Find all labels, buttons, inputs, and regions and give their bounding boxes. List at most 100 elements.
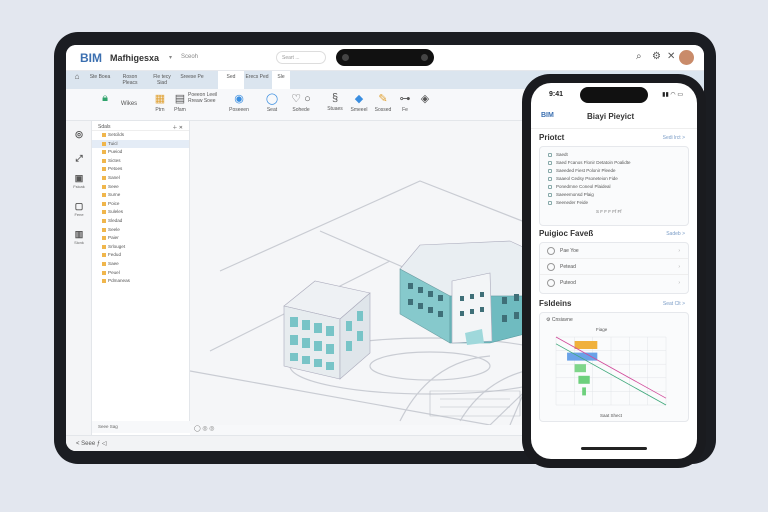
projects-link[interactable]: Sedi lrct > — [663, 135, 685, 141]
fault-row-1[interactable]: Petead › — [540, 259, 688, 275]
ribbon-seat[interactable]: ◯ Seat — [262, 92, 282, 113]
tree-row[interactable]: Setcilds — [92, 131, 189, 140]
tab-0[interactable]: Ste Boea — [88, 71, 112, 89]
left-icon-0[interactable]: ◎ — [70, 129, 88, 140]
tree-row-label: Sictes — [108, 157, 121, 163]
tree-row-label: Tuicl — [108, 140, 118, 146]
fault-row-2[interactable]: Puteod › — [540, 275, 688, 291]
ribbon-seat-label: Seat — [266, 107, 278, 113]
radio-icon — [547, 263, 555, 271]
ribbon-layers[interactable]: ◈ — [416, 92, 434, 107]
folder-icon — [102, 210, 106, 215]
app-name[interactable]: Mafhigesxa — [110, 53, 159, 63]
chart-bar — [574, 364, 586, 373]
app-logo: BIM — [80, 51, 102, 65]
tree-row[interactable]: Paier — [92, 234, 189, 243]
settings-icon[interactable]: ⚙ — [652, 51, 661, 62]
ribbon-poseeen[interactable]: ◉ Poseeen — [224, 92, 254, 113]
tab-3[interactable]: Sreese Pe — [178, 71, 206, 89]
chart-section-link[interactable]: Seat Clt > — [663, 301, 685, 307]
phone-status-icons: ▮▮ ◠ ▭ — [662, 92, 683, 98]
phone-screen: 9:41 ▮▮ ◠ ▭ BIM Biayi Pieyict Priotct Se… — [531, 83, 697, 459]
ribbon-sohede[interactable]: ♡ ○ Sohede — [284, 92, 318, 113]
phone-device: 9:41 ▮▮ ◠ ▭ BIM Biayi Pieyict Priotct Se… — [522, 74, 706, 468]
ribbon-smeeel[interactable]: ◆ Smeeel — [348, 92, 370, 113]
app-menu[interactable]: Sceoh — [181, 54, 198, 60]
tab-6[interactable]: Sle — [272, 71, 290, 89]
project-row[interactable]: Saeeded Fiest Polonir Pleede — [540, 167, 688, 175]
home-indicator[interactable] — [581, 447, 647, 450]
ribbon-text[interactable]: Poeeon Leeil Rreaw Soee — [188, 92, 222, 104]
tree-row[interactable]: Sictes — [92, 157, 189, 166]
project-row-label: Saedt — [556, 152, 568, 157]
ribbon-lock[interactable]: 🔒︎ — [94, 92, 116, 107]
chart-bar — [582, 387, 586, 396]
fault-row-1-label: Petead — [560, 264, 576, 270]
app-menu-caret[interactable]: ▾ — [169, 54, 172, 61]
left-icon-1[interactable]: ⤢ — [70, 153, 88, 164]
left-icon-4[interactable]: ▥ Sicnk — [70, 229, 88, 245]
tree-row-label: Surne — [108, 192, 121, 198]
ribbon-pfam[interactable]: ▤ Pfam — [170, 92, 190, 113]
fault-row-0[interactable]: Pae Yoe › — [540, 243, 688, 259]
ribbon-fe[interactable]: ⊶ Fe — [396, 92, 414, 113]
tab-2[interactable]: Fle tecy Siad — [148, 71, 176, 89]
tree-row[interactable]: Pueiod — [92, 148, 189, 157]
phone-title: Biayi Pieyict — [587, 112, 635, 121]
tree-row[interactable]: Srlouget — [92, 243, 189, 252]
left-icon-3[interactable]: ▢ Fene — [70, 201, 88, 217]
chevron-right-icon: › — [678, 280, 680, 286]
project-row-label: Ponedmne Coneol Plaideal — [556, 184, 611, 189]
tree-row[interactable]: Peuel — [92, 269, 189, 278]
tree-row[interactable]: Pdmaneas — [92, 277, 189, 286]
tree-row-label: Suleles — [108, 209, 124, 215]
tree-row[interactable]: Poice — [92, 200, 189, 209]
tree-footer[interactable]: Seee Sag — [92, 421, 190, 433]
chart-bar-label: Fiage — [596, 327, 608, 332]
left-icon-bar: ◎ ⤢ ▣ Fsicak ▢ Fene ▥ Sicnk — [66, 121, 92, 451]
ribbon-sossed-label: Sossed — [374, 107, 392, 113]
avatar[interactable] — [679, 50, 694, 65]
tab-5[interactable]: Erecs Ped — [244, 71, 270, 89]
ribbon-ptrn[interactable]: ▦ Ptrn — [150, 92, 170, 113]
phone-time: 9:41 — [549, 91, 564, 98]
tab-1[interactable]: Roson Pleacs — [116, 71, 144, 89]
tree-row[interactable]: Fedud — [92, 251, 189, 260]
tree-row[interactable]: Sanel — [92, 174, 189, 183]
palette-icon: ▦ — [154, 93, 166, 105]
chart-bar — [574, 341, 598, 349]
tree-row[interactable]: Petoes — [92, 165, 189, 174]
folder-icon — [102, 141, 106, 146]
model-icon: ▣ — [74, 173, 84, 183]
project-row[interactable]: Saed Fcanos Flonir Detatoin Poalidte — [540, 159, 688, 167]
search-input[interactable]: Seart ... — [276, 51, 326, 64]
project-row[interactable]: Saaeol Cedsy Psoneteion Fide — [540, 175, 688, 183]
search-icon[interactable]: ⌕ — [636, 51, 642, 62]
sheet-icon: ▢ — [74, 201, 84, 211]
tree-row[interactable]: Tuicl — [92, 139, 189, 149]
checkbox-icon — [548, 193, 552, 197]
tree-row[interactable]: Seele — [92, 226, 189, 235]
tab-4[interactable]: Sed — [218, 71, 244, 89]
close-icon[interactable]: ✕ — [667, 51, 675, 62]
tree-row[interactable]: Suleles — [92, 208, 189, 217]
left-icon-2[interactable]: ▣ Fsicak — [70, 173, 88, 189]
ribbon-stuaes[interactable]: § Stuaes — [324, 92, 346, 112]
tree-row[interactable]: Sledad — [92, 217, 189, 226]
tree-row[interactable]: Seee — [92, 183, 189, 192]
tree-row-label: Paier — [108, 235, 119, 241]
project-row[interactable]: Ponedmne Coneol Plaideal — [540, 183, 688, 191]
project-row[interactable]: Seeneder Feide — [540, 199, 688, 207]
tree-row[interactable]: Saee — [92, 260, 189, 269]
project-row[interactable]: Saeeemonsd Plaig — [540, 191, 688, 199]
chart-label-text: Cnsiavne — [551, 317, 573, 323]
ribbon-sossed[interactable]: ✎ Sossed — [372, 92, 394, 113]
tree-tools-icon[interactable]: ＋ ✕ — [172, 124, 183, 131]
ribbon-wikes[interactable]: Wikes — [116, 101, 142, 107]
faults-link[interactable]: Sadeb > — [666, 231, 685, 237]
tab-home[interactable]: ⌂ — [68, 71, 86, 89]
folder-icon — [102, 158, 106, 163]
tree-row[interactable]: Surne — [92, 191, 189, 200]
tree-header-label: Sdals — [98, 124, 111, 130]
project-row[interactable]: Saedt — [540, 151, 688, 159]
